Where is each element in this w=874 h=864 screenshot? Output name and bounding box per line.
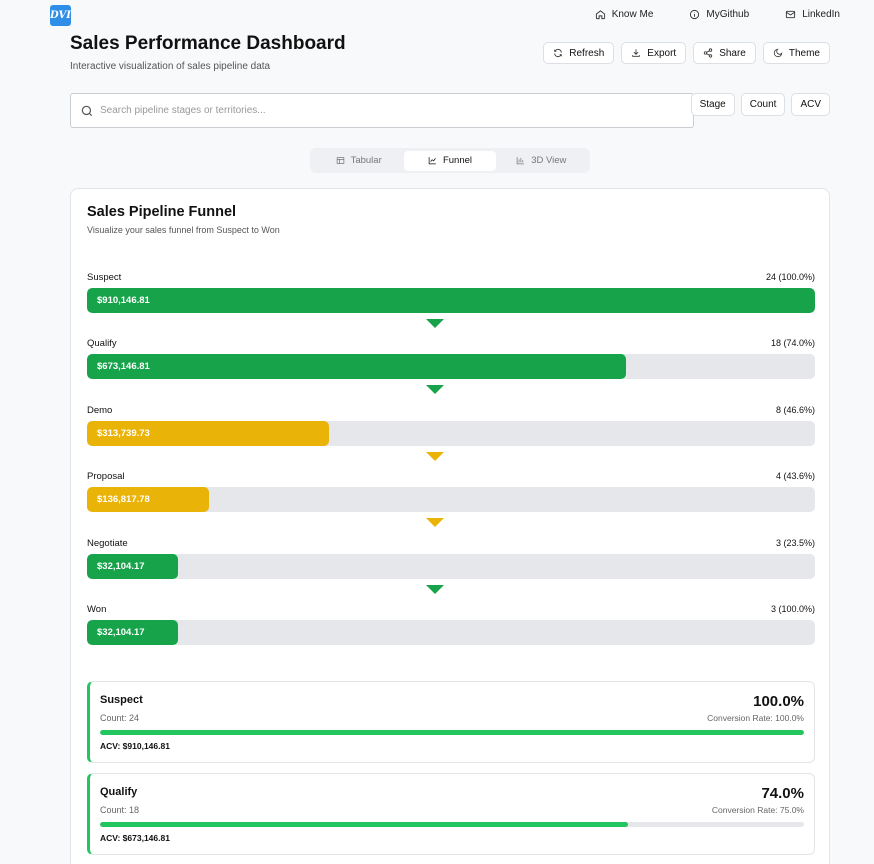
metric-progress-track — [100, 822, 804, 827]
stage-track: $910,146.81 — [87, 288, 815, 313]
know-me-label: Know Me — [611, 9, 654, 20]
metric-conversion-rate: Conversion Rate: 100.0% — [707, 713, 804, 723]
funnel-stage[interactable]: Proposal 4 (43.6%) $136,817.78 — [87, 471, 815, 512]
share-label: Share — [719, 47, 746, 59]
metric-acv: ACV: $673,146.81 — [100, 833, 170, 843]
stage-stat: 4 (43.6%) — [775, 471, 815, 481]
stage-track: $32,104.17 — [87, 554, 815, 579]
github-label: MyGithub — [706, 9, 750, 20]
search-input[interactable] — [100, 105, 660, 116]
stage-track: $673,146.81 — [87, 354, 815, 379]
stage-track: $136,817.78 — [87, 487, 815, 512]
page-title: Sales Performance Dashboard — [70, 33, 346, 54]
stage-bar: $313,739.73 — [87, 421, 330, 446]
stage-name: Qualify — [87, 338, 117, 349]
tab-3d-view-label: 3D View — [531, 155, 567, 166]
moon-icon — [773, 48, 783, 58]
view-tabs: Tabular Funnel 3D View — [310, 148, 590, 173]
stage-stat: 24 (100.0%) — [765, 272, 815, 282]
funnel-stage[interactable]: Won 3 (100.0%) $32,104.17 — [87, 604, 815, 645]
stage-track: $313,739.73 — [87, 421, 815, 446]
action-toolbar: Refresh Export Share Theme — [543, 42, 830, 64]
theme-label: Theme — [788, 47, 820, 59]
metric-percent: 74.0% — [761, 785, 804, 802]
funnel-subtitle: Visualize your sales funnel from Suspect… — [87, 225, 280, 235]
sort-count-button[interactable]: Count — [740, 93, 786, 116]
stage-track: $32,104.17 — [87, 620, 815, 645]
stage-stat: 8 (46.6%) — [775, 405, 815, 415]
stage-bar: $673,146.81 — [87, 354, 626, 379]
metric-acv: ACV: $910,146.81 — [100, 741, 170, 751]
page-subtitle: Interactive visualization of sales pipel… — [70, 61, 271, 72]
sort-stage-button[interactable]: Stage — [690, 93, 735, 116]
theme-button[interactable]: Theme — [762, 42, 830, 64]
metric-percent: 100.0% — [753, 693, 804, 710]
tab-funnel-label: Funnel — [442, 155, 473, 166]
table-icon — [336, 157, 344, 164]
mail-icon — [786, 10, 796, 19]
bar-chart-icon — [516, 157, 525, 165]
refresh-icon — [554, 48, 563, 58]
stage-stat: 18 (74.0%) — [770, 338, 815, 348]
metric-progress-fill — [100, 730, 804, 735]
funnel-stage[interactable]: Negotiate 3 (23.5%) $32,104.17 — [87, 538, 815, 579]
sort-controls: Stage Count ACV — [690, 93, 830, 116]
top-nav: Know Me MyGithub LinkedIn — [559, 9, 840, 20]
stage-metric-card[interactable]: Qualify Count: 18 74.0% Conversion Rate:… — [87, 773, 815, 855]
stage-name: Proposal — [87, 471, 125, 482]
metric-progress-track — [100, 730, 804, 735]
stage-bar: $32,104.17 — [87, 554, 178, 579]
know-me-link[interactable]: Know Me — [595, 9, 654, 20]
stage-name: Won — [87, 604, 107, 615]
refresh-label: Refresh — [569, 47, 605, 59]
stage-stat: 3 (100.0%) — [770, 604, 815, 614]
stage-bar: $136,817.78 — [87, 487, 209, 512]
search-box[interactable] — [70, 93, 694, 128]
tab-tabular[interactable]: Tabular — [313, 151, 404, 171]
github-link[interactable]: MyGithub — [689, 9, 749, 20]
line-chart-icon — [428, 157, 436, 165]
funnel-card: Sales Pipeline Funnel Visualize your sal… — [70, 188, 830, 864]
stage-name: Negotiate — [87, 538, 128, 549]
sort-acv-button[interactable]: ACV — [791, 93, 830, 116]
tab-3d-view[interactable]: 3D View — [496, 151, 587, 171]
metric-stage-name: Qualify — [100, 786, 138, 798]
funnel-title: Sales Pipeline Funnel — [87, 204, 237, 220]
metric-count: Count: 24 — [100, 713, 140, 723]
metric-conversion-rate: Conversion Rate: 75.0% — [711, 805, 804, 815]
stage-name: Demo — [87, 405, 113, 416]
share-icon — [704, 48, 713, 58]
export-button[interactable]: Export — [621, 42, 687, 64]
app-logo[interactable]: DVI — [50, 5, 71, 26]
stage-arrow — [426, 385, 444, 394]
tab-tabular-label: Tabular — [350, 155, 382, 166]
linkedin-label: LinkedIn — [802, 9, 840, 20]
search-icon — [81, 105, 93, 116]
stage-arrow — [426, 319, 444, 328]
funnel-stage[interactable]: Suspect 24 (100.0%) $910,146.81 — [87, 272, 815, 313]
stage-metric-card[interactable]: Suspect Count: 24 100.0% Conversion Rate… — [87, 681, 815, 763]
funnel-stage[interactable]: Demo 8 (46.6%) $313,739.73 — [87, 405, 815, 446]
linkedin-link[interactable]: LinkedIn — [785, 9, 840, 20]
stage-name: Suspect — [87, 272, 122, 283]
stage-bar: $910,146.81 — [87, 288, 815, 313]
stage-bar: $32,104.17 — [87, 620, 178, 645]
info-icon — [690, 9, 700, 20]
funnel-stage[interactable]: Qualify 18 (74.0%) $673,146.81 — [87, 338, 815, 379]
metric-progress-fill — [100, 822, 628, 827]
metric-count: Count: 18 — [100, 805, 140, 815]
stage-arrow — [426, 452, 444, 461]
export-label: Export — [647, 47, 677, 59]
share-button[interactable]: Share — [693, 42, 756, 64]
home-icon — [595, 10, 605, 20]
download-icon — [632, 49, 641, 57]
metric-stage-name: Suspect — [100, 694, 143, 706]
stage-arrow — [426, 585, 444, 594]
tab-funnel[interactable]: Funnel — [404, 150, 496, 171]
stage-arrow — [426, 518, 444, 527]
stage-stat: 3 (23.5%) — [775, 538, 815, 548]
refresh-button[interactable]: Refresh — [543, 42, 615, 64]
